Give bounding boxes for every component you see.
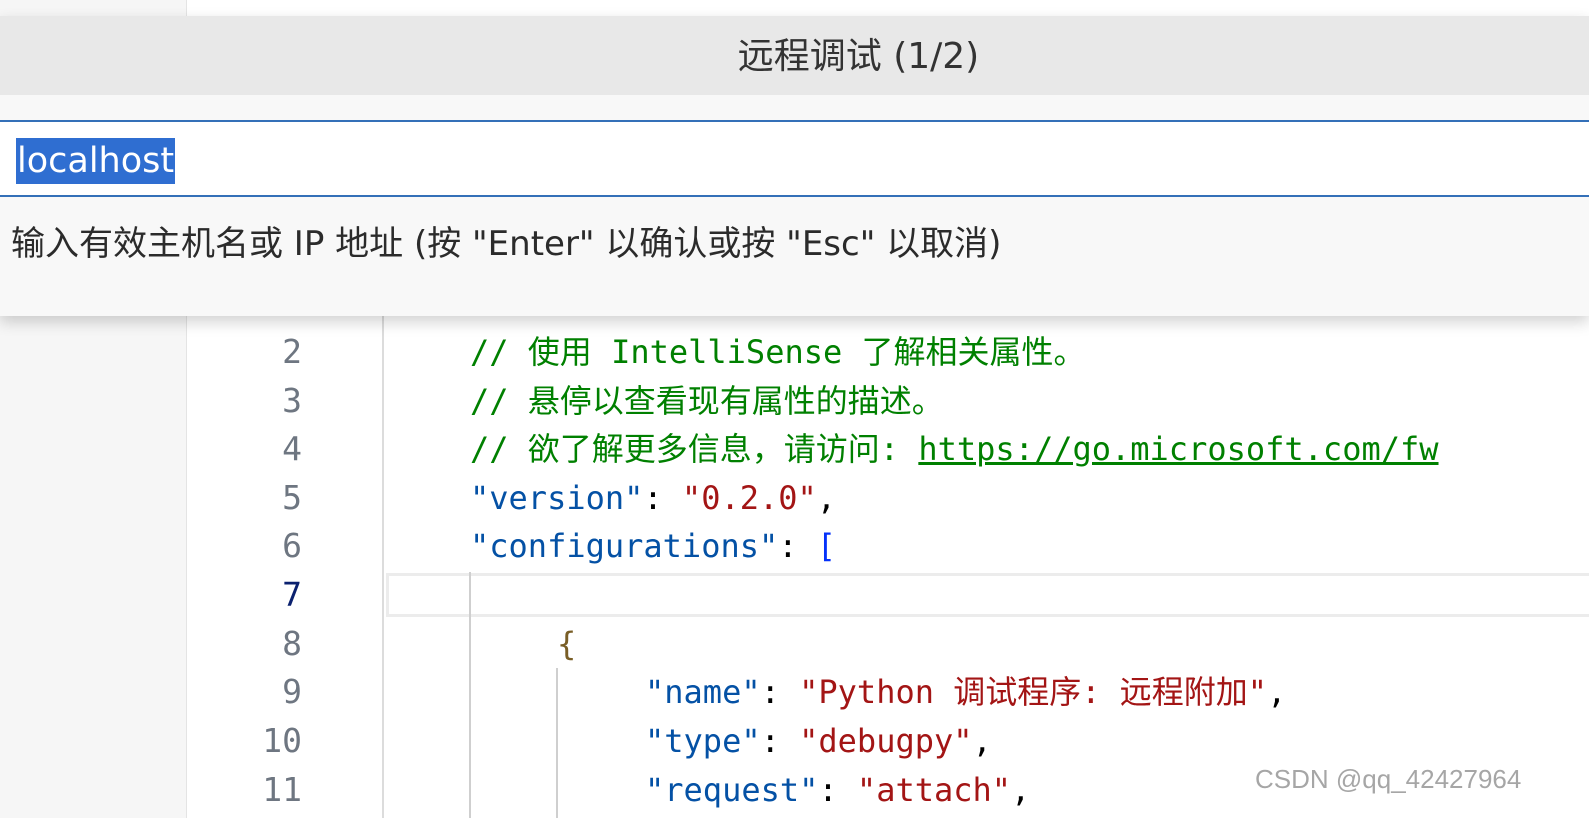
docs-link[interactable]: https://go.microsoft.com/fw [918, 430, 1438, 468]
code-line-request[interactable]: "request": "attach", [645, 766, 1030, 814]
watermark: CSDN @qq_42427964 [1255, 764, 1522, 794]
json-comma: , [1011, 771, 1031, 809]
code-line-open-brace[interactable]: { [557, 620, 576, 668]
indent-guide [469, 572, 471, 818]
json-key: "name" [645, 673, 761, 711]
json-comma: , [816, 479, 837, 517]
line-number: 9 [282, 672, 302, 711]
json-key: "version" [470, 479, 644, 517]
json-separator: : [818, 771, 857, 809]
line-number: 5 [282, 478, 302, 517]
line-number: 4 [282, 429, 302, 468]
json-string: "debugpy" [799, 722, 973, 760]
code-line-comment[interactable]: // 悬停以查看现有属性的描述。 [470, 377, 944, 425]
json-comma: , [972, 722, 992, 760]
quick-input-widget: 远程调试 (1/2) localhost 输入有效主机名或 IP 地址 (按 "… [0, 16, 1589, 316]
json-comma: , [1267, 673, 1287, 711]
code-line-type[interactable]: "type": "debugpy", [645, 717, 992, 765]
indent-guide [556, 668, 558, 818]
code-line-comment[interactable]: // 使用 IntelliSense 了解相关属性。 [470, 328, 1086, 376]
line-number: 2 [282, 332, 302, 371]
json-separator: : [643, 479, 682, 517]
json-separator: : [760, 722, 800, 760]
code-line-comment-link[interactable]: // 欲了解更多信息，请访问: https://go.microsoft.com… [470, 425, 1439, 473]
line-number: 3 [282, 381, 302, 420]
json-string: "Python 调试程序: 远程附加" [799, 673, 1268, 711]
json-key: "configurations" [470, 527, 779, 565]
host-input-selected-text[interactable]: localhost [16, 138, 176, 184]
current-line-highlight [386, 573, 1589, 617]
json-string: "0.2.0" [681, 479, 817, 517]
line-number-active: 7 [282, 575, 302, 614]
json-separator: : [778, 527, 817, 565]
host-input-box[interactable]: localhost [0, 120, 1589, 197]
comment-text: // 欲了解更多信息，请访问: [470, 430, 919, 468]
json-string: "attach" [856, 771, 1012, 809]
editor-indent-ruler [382, 300, 384, 818]
json-brace: { [557, 625, 577, 663]
line-number: 10 [262, 721, 302, 760]
code-line-name[interactable]: "name": "Python 调试程序: 远程附加", [645, 668, 1286, 716]
quick-input-title: 远程调试 (1/2) [737, 36, 980, 77]
json-separator: : [760, 673, 800, 711]
json-bracket: [ [816, 527, 837, 565]
quick-input-titlebar: 远程调试 (1/2) [0, 16, 1589, 95]
json-key: "type" [645, 722, 761, 760]
line-number: 6 [282, 526, 302, 565]
line-number: 11 [262, 770, 302, 809]
json-key: "request" [645, 771, 819, 809]
quick-input-message: 输入有效主机名或 IP 地址 (按 "Enter" 以确认或按 "Esc" 以取… [11, 224, 1002, 264]
code-line-version[interactable]: "version": "0.2.0", [470, 474, 836, 522]
line-number: 8 [282, 624, 302, 663]
code-line-configurations[interactable]: "configurations": [ [470, 522, 836, 570]
